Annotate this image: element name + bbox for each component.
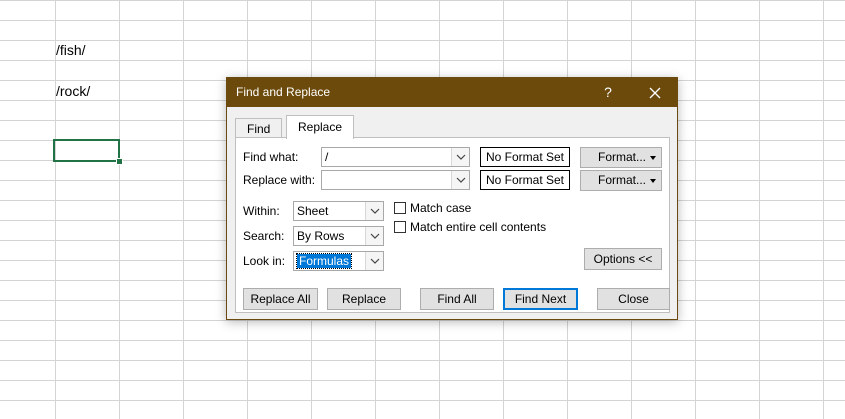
search-label: Search: <box>243 229 285 243</box>
find-what-combobox[interactable]: / <box>321 147 470 167</box>
replace-with-label: Replace with: <box>243 173 316 187</box>
match-case-label[interactable]: Match case <box>410 201 471 215</box>
find-format-button[interactable]: Format... <box>580 147 662 168</box>
find-format-preview: No Format Set <box>480 147 570 167</box>
dialog-title: Find and Replace <box>236 85 331 99</box>
replace-format-button[interactable]: Format... <box>580 170 662 191</box>
tab-find-label: Find <box>247 122 271 136</box>
active-cell-selection[interactable] <box>53 139 123 165</box>
dialog-titlebar[interactable]: Find and Replace ? <box>227 78 677 107</box>
find-what-value: / <box>325 150 329 164</box>
find-next-button[interactable]: Find Next <box>503 288 578 310</box>
replace-tab-panel: Find what: / No Format Set Format... Rep… <box>235 137 670 313</box>
caret-down-icon <box>650 156 656 160</box>
tab-replace-label: Replace <box>298 120 343 134</box>
find-format-button-label: Format... <box>598 150 647 164</box>
close-button[interactable]: Close <box>597 288 670 310</box>
replace-format-preview: No Format Set <box>480 170 570 190</box>
cell-rock[interactable]: /rock/ <box>56 83 90 99</box>
help-button[interactable]: ? <box>593 78 623 107</box>
replace-button[interactable]: Replace <box>327 288 401 310</box>
search-value: By Rows <box>297 229 345 243</box>
chevron-down-icon[interactable] <box>365 227 383 245</box>
replace-all-button[interactable]: Replace All <box>243 288 318 310</box>
chevron-down-icon[interactable] <box>451 171 469 189</box>
match-entire-checkbox[interactable] <box>394 221 406 233</box>
chevron-down-icon[interactable] <box>365 202 383 220</box>
chevron-down-icon[interactable] <box>451 148 469 166</box>
caret-down-icon <box>650 179 656 183</box>
match-entire-label[interactable]: Match entire cell contents <box>410 220 546 234</box>
chevron-down-icon[interactable] <box>365 252 383 270</box>
close-x-icon <box>649 87 661 99</box>
within-select[interactable]: Sheet <box>293 201 384 221</box>
tab-find[interactable]: Find <box>235 118 283 138</box>
look-in-select[interactable]: Formulas <box>293 251 384 271</box>
replace-format-button-label: Format... <box>598 173 647 187</box>
look-in-label: Look in: <box>243 254 286 268</box>
find-what-label: Find what: <box>243 150 299 164</box>
find-all-button[interactable]: Find All <box>420 288 494 310</box>
search-select[interactable]: By Rows <box>293 226 384 246</box>
cell-fish[interactable]: /fish/ <box>56 42 86 58</box>
close-icon[interactable] <box>640 78 670 107</box>
find-replace-dialog: Find and Replace ? Find Replace Find wha… <box>226 77 678 320</box>
match-case-checkbox[interactable] <box>394 202 406 214</box>
replace-with-combobox[interactable] <box>321 170 470 190</box>
within-value: Sheet <box>297 204 329 218</box>
within-label: Within: <box>243 204 280 218</box>
look-in-value: Formulas <box>295 253 353 269</box>
options-button[interactable]: Options << <box>584 248 662 270</box>
tab-replace[interactable]: Replace <box>286 115 355 139</box>
